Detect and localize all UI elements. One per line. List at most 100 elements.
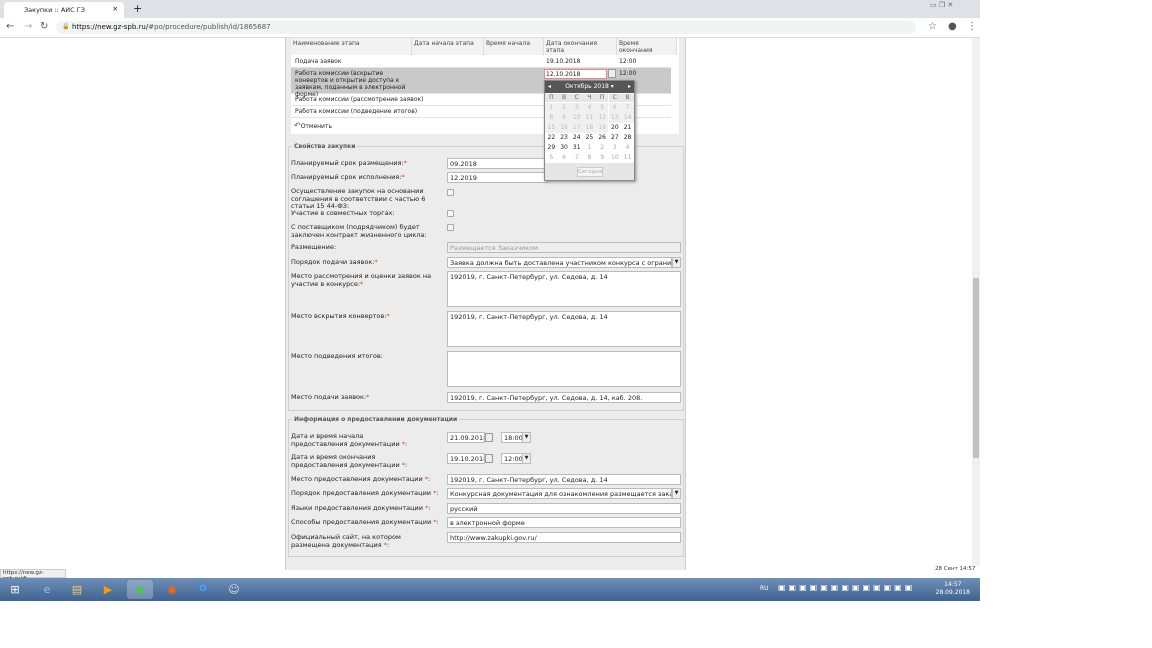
browser-tab[interactable]: Закупки :: АИС ГЗ ✕ [4, 2, 124, 18]
results-place-textarea[interactable] [447, 351, 681, 387]
field-label: Размещение: [291, 243, 337, 251]
calendar-day[interactable]: 22 [545, 133, 558, 143]
reload-icon[interactable]: ↻ [40, 21, 48, 32]
doc-order-select[interactable]: Конкурсная документация для ознакомления… [447, 488, 672, 499]
doc-place-input[interactable]: 192019, г. Санкт-Петербург, ул. Седова, … [447, 474, 681, 485]
today-button[interactable]: Сегодня [577, 167, 603, 177]
calendar-day: 5 [549, 154, 554, 161]
calendar-icon[interactable] [608, 69, 616, 78]
url-input[interactable]: 🔒 https://new.gz-spb.ru/#po/procedure/pub… [56, 21, 916, 34]
field-label: Место рассмотрения и оценки заявок на уч… [291, 272, 432, 288]
ie-icon[interactable]: e [34, 580, 60, 599]
placement-period-input[interactable]: 09.2018 [447, 158, 548, 169]
back-icon[interactable]: ← [6, 21, 14, 32]
calendar-day: 3 [612, 144, 617, 151]
bookmark-star-icon[interactable]: ☆ [928, 21, 937, 32]
calendar-day: 8 [545, 113, 558, 123]
field-label: Порядок предоставления документации *: [291, 489, 439, 497]
firefox-icon[interactable]: ◉ [159, 580, 185, 599]
calendar-day[interactable]: 25 [583, 133, 596, 143]
table-row[interactable]: Подача заявок 19.10.2018 12:00 [291, 56, 671, 68]
section-legend: Свойства закупки [294, 143, 356, 150]
prev-month-icon[interactable]: ◂ [548, 81, 551, 93]
agreement-checkbox[interactable] [447, 189, 454, 196]
scrollbar-thumb[interactable] [973, 278, 979, 458]
calendar-icon[interactable] [485, 454, 493, 463]
joint-checkbox[interactable] [447, 210, 454, 217]
col-header: Время окончания [617, 38, 677, 55]
new-tab-icon[interactable]: + [133, 2, 142, 15]
doc-method-input[interactable]: в электронной форме [447, 517, 681, 528]
calendar-day[interactable]: 21 [621, 123, 634, 133]
calendar-day: 15 [545, 123, 558, 133]
col-header: Наименование этапа [291, 38, 412, 55]
calendar-day: 16 [557, 123, 571, 133]
clock-date: 28.09.2018 [935, 589, 970, 596]
calendar-day: 5 [595, 103, 609, 113]
doc-start-date-input[interactable]: 21.09.2018 [447, 432, 485, 443]
calendar-day[interactable]: 28 [621, 133, 634, 143]
calendar-icon[interactable] [485, 433, 493, 442]
chevron-down-icon[interactable]: ▼ [522, 432, 531, 443]
calendar-day: 2 [557, 103, 571, 113]
weekday-header: С [570, 94, 584, 102]
calendar-day[interactable]: 30 [558, 143, 571, 153]
url-host: https://new.gz-spb.ru/ [72, 23, 149, 31]
language-indicator[interactable]: RU [760, 585, 769, 592]
calendar-day[interactable]: 20 [609, 123, 622, 133]
calendar-day[interactable]: 27 [609, 133, 622, 143]
doc-end-date-input[interactable]: 19.10.2018 [447, 453, 485, 464]
lifecycle-checkbox[interactable] [447, 224, 454, 231]
submit-place-input[interactable]: 192019, г. Санкт-Петербург, ул. Седова, … [447, 392, 681, 403]
section-legend: Информация о предоставлении документации [294, 416, 458, 423]
field-label: Место предоставления документации *: [291, 475, 431, 483]
app-icon[interactable]: ☺ [221, 580, 247, 599]
opening-place-textarea[interactable]: 192019, г. Санкт-Петербург, ул. Седова, … [447, 311, 681, 347]
media-player-icon[interactable]: ▶ [95, 580, 121, 599]
cancel-button[interactable]: ↶Отменить [294, 121, 332, 130]
explorer-icon[interactable]: ▤ [64, 580, 90, 599]
doc-start-time-select[interactable]: 18:00 [501, 432, 523, 443]
menu-icon[interactable]: ⋮ [967, 21, 977, 32]
calendar-day: 9 [600, 154, 605, 161]
calendar-day[interactable]: 26 [596, 133, 609, 143]
month-select[interactable]: Октябрь 2018 [565, 83, 609, 90]
doc-lang-input[interactable]: русский [447, 503, 681, 514]
end-time: 12:00 [619, 58, 637, 65]
doc-site-input[interactable]: http://www.zakupki.gov.ru/ [447, 532, 681, 543]
chrome-icon[interactable]: ◉ [127, 580, 153, 599]
weekday-header: С [608, 94, 622, 102]
exec-period-input[interactable]: 12.2019 [447, 172, 548, 183]
calendar-day[interactable]: 31 [570, 143, 583, 153]
end-date-input[interactable]: 12.10.2018 [544, 69, 607, 79]
weekday-header: В [621, 94, 634, 102]
weekday-header: Ч [583, 94, 596, 102]
order-select[interactable]: Заявка должна быть доставлена участником… [447, 257, 672, 268]
clock[interactable]: 14:57 28.09.2018 [936, 581, 970, 597]
doc-end-time-select[interactable]: 12:00 [501, 453, 523, 464]
calendar-day: 13 [608, 113, 622, 123]
outlook-icon[interactable]: O [190, 580, 216, 599]
calendar-day: 10 [611, 154, 619, 161]
url-path: #po/procedure/publish/id/1865687 [148, 23, 271, 31]
col-header: Время начала [484, 38, 544, 55]
field-label: Порядок подачи заявок:* [291, 258, 378, 266]
calendar-day[interactable]: 29 [545, 143, 558, 153]
window-controls[interactable]: ▭ ❐ ✕ [930, 1, 953, 9]
chevron-down-icon[interactable]: ▼ [672, 488, 681, 499]
calendar-day: 9 [557, 113, 571, 123]
account-icon[interactable]: ● [948, 21, 957, 32]
address-bar-row: ← → ↻ 🔒 https://new.gz-spb.ru/#po/procedu… [0, 18, 980, 38]
forward-icon[interactable]: → [24, 21, 32, 32]
chevron-down-icon[interactable]: ▼ [672, 257, 681, 268]
calendar-day[interactable]: 24 [570, 133, 583, 143]
stage-name: Работа комиссии (рассмотрение заявок) [295, 96, 424, 103]
start-button[interactable]: ⊞ [2, 580, 28, 599]
chevron-down-icon[interactable]: ▼ [522, 453, 531, 464]
review-place-textarea[interactable]: 192019, г. Санкт-Петербург, ул. Седова, … [447, 271, 681, 307]
close-tab-icon[interactable]: ✕ [113, 5, 118, 13]
tray-icons[interactable]: ▣▣▣▣▣▣▣▣▣▣▣▣▣ [778, 583, 915, 592]
calendar-day[interactable]: 23 [558, 133, 571, 143]
calendar-day: 4 [625, 144, 630, 151]
next-month-icon[interactable]: ▸ [628, 81, 631, 93]
